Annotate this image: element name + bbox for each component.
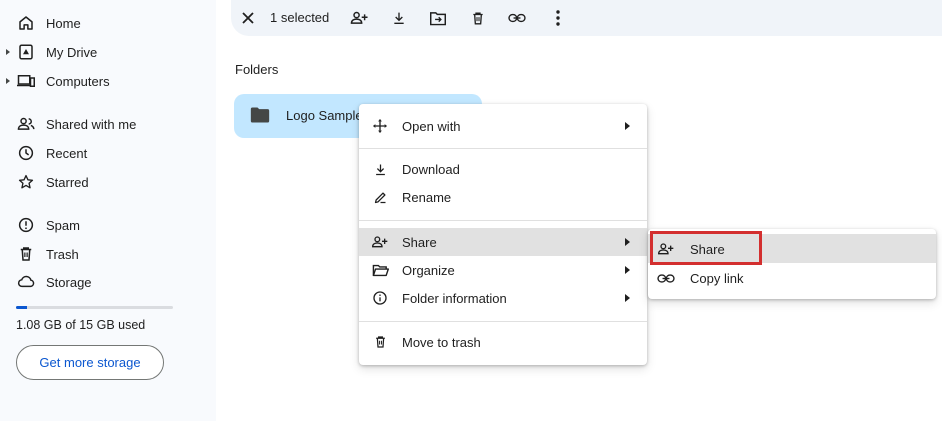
menu-item-label: Move to trash xyxy=(402,335,481,350)
submenu-item-copy-link[interactable]: Copy link xyxy=(648,263,936,292)
more-options-icon[interactable] xyxy=(548,8,568,28)
sidebar-item-my-drive[interactable]: My Drive xyxy=(0,39,216,65)
get-more-storage-button[interactable]: Get more storage xyxy=(16,345,164,380)
sidebar-item-label: Trash xyxy=(46,246,79,262)
share-icon xyxy=(370,232,390,252)
sidebar-item-label: Home xyxy=(46,15,81,31)
selected-count: 1 selected xyxy=(270,10,330,25)
computers-icon xyxy=(16,71,36,91)
submenu-item-share[interactable]: Share xyxy=(648,234,936,263)
menu-item-label: Download xyxy=(402,162,460,177)
download-icon xyxy=(370,159,390,179)
menu-item-label: Folder information xyxy=(402,291,507,306)
sidebar-item-spam[interactable]: Spam xyxy=(0,212,216,238)
menu-item-download[interactable]: Download xyxy=(359,155,647,183)
clock-icon xyxy=(16,143,36,163)
sidebar-item-label: Recent xyxy=(46,145,88,161)
selection-toolbar: 1 selected xyxy=(231,0,942,36)
trash-icon[interactable] xyxy=(468,8,488,28)
expand-caret-icon[interactable] xyxy=(6,49,10,55)
star-icon xyxy=(16,172,36,192)
storage-progress-fill xyxy=(16,306,28,309)
link-icon[interactable] xyxy=(507,8,527,28)
sidebar-item-label: Starred xyxy=(46,174,89,190)
sidebar-item-label: Storage xyxy=(46,274,92,290)
drive-app: Home My Drive Computers Shared with me R… xyxy=(0,0,942,421)
sidebar-item-recent[interactable]: Recent xyxy=(0,140,216,166)
folder-icon xyxy=(250,106,270,124)
move-icon[interactable] xyxy=(428,8,448,28)
sidebar-item-label: Computers xyxy=(46,73,110,89)
submenu-arrow-icon xyxy=(625,122,630,130)
folders-section-label: Folders xyxy=(235,62,279,77)
trash-icon xyxy=(16,244,36,264)
storage-used-text: 1.08 GB of 15 GB used xyxy=(16,318,146,332)
trash-icon xyxy=(370,332,390,352)
menu-item-open-with[interactable]: Open with xyxy=(359,112,647,140)
drive-icon xyxy=(16,42,36,62)
folder-name: Logo Sample xyxy=(286,108,363,123)
cloud-icon xyxy=(16,272,36,292)
share-submenu: Share Copy link xyxy=(648,229,936,299)
share-icon xyxy=(656,239,676,259)
submenu-item-label: Share xyxy=(690,242,725,257)
context-menu: Open with Download Rename Share Organize… xyxy=(359,104,647,365)
menu-item-label: Rename xyxy=(402,190,452,205)
menu-item-folder-information[interactable]: Folder information xyxy=(359,284,647,312)
link-icon xyxy=(656,268,676,288)
menu-item-organize[interactable]: Organize xyxy=(359,256,647,284)
people-icon xyxy=(16,114,36,134)
menu-divider xyxy=(359,220,647,221)
download-icon[interactable] xyxy=(389,8,409,28)
expand-caret-icon[interactable] xyxy=(6,78,10,84)
sidebar-item-label: My Drive xyxy=(46,44,98,60)
menu-item-label: Share xyxy=(402,235,437,250)
sidebar-item-starred[interactable]: Starred xyxy=(0,169,216,195)
submenu-arrow-icon xyxy=(625,238,630,246)
sidebar-item-computers[interactable]: Computers xyxy=(0,68,216,94)
menu-item-move-to-trash[interactable]: Move to trash xyxy=(359,328,647,356)
sidebar-item-home[interactable]: Home xyxy=(0,10,216,36)
sidebar: Home My Drive Computers Shared with me R… xyxy=(0,0,216,421)
submenu-arrow-icon xyxy=(625,266,630,274)
sidebar-item-shared-with-me[interactable]: Shared with me xyxy=(0,111,216,137)
rename-icon xyxy=(370,187,390,207)
menu-item-label: Organize xyxy=(402,263,455,278)
sidebar-item-label: Spam xyxy=(46,217,80,233)
sidebar-item-label: Shared with me xyxy=(46,116,137,132)
menu-item-share[interactable]: Share xyxy=(359,228,647,256)
submenu-arrow-icon xyxy=(625,294,630,302)
sidebar-item-storage[interactable]: Storage xyxy=(0,269,216,295)
folder-open-icon xyxy=(370,260,390,280)
menu-divider xyxy=(359,148,647,149)
menu-item-label: Open with xyxy=(402,119,461,134)
menu-item-rename[interactable]: Rename xyxy=(359,183,647,211)
sidebar-item-trash[interactable]: Trash xyxy=(0,241,216,267)
share-icon[interactable] xyxy=(349,8,369,28)
close-icon[interactable] xyxy=(238,8,258,28)
menu-divider xyxy=(359,321,647,322)
storage-progress-bar xyxy=(16,306,173,309)
open-with-icon xyxy=(370,116,390,136)
info-icon xyxy=(370,288,390,308)
submenu-item-label: Copy link xyxy=(690,271,744,286)
spam-icon xyxy=(16,215,36,235)
home-icon xyxy=(16,13,36,33)
